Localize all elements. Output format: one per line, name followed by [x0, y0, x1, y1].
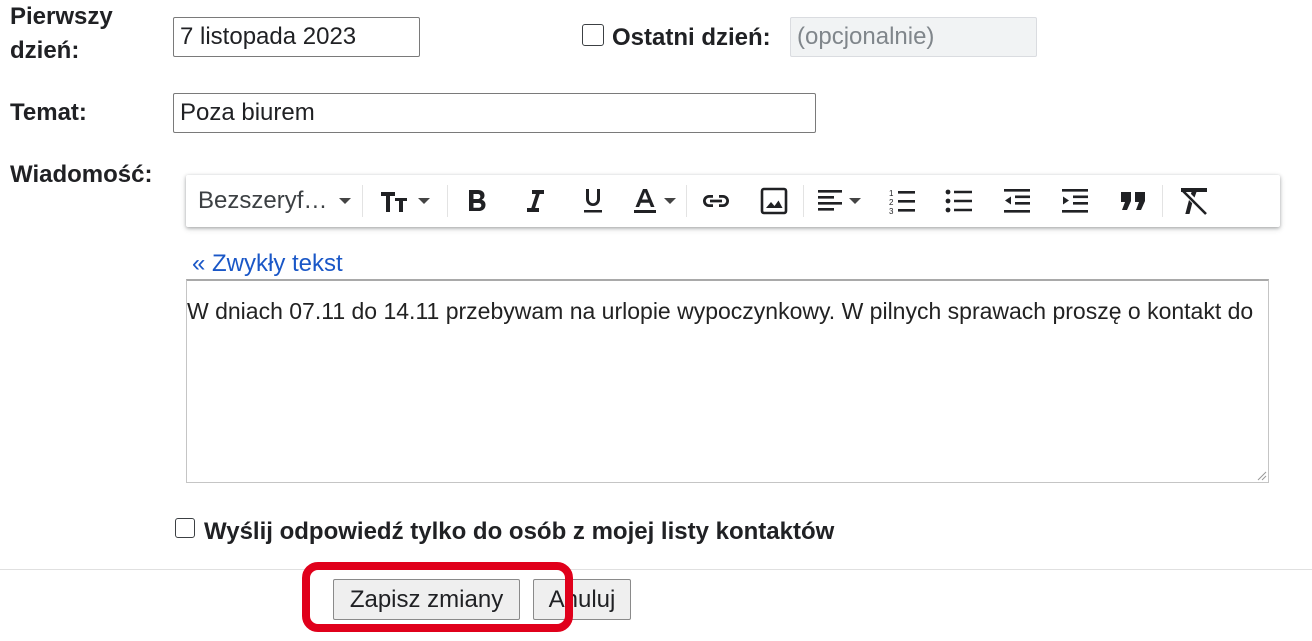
bold-button[interactable] [448, 175, 506, 227]
numbered-list-icon: 123 [889, 189, 915, 214]
italic-button[interactable] [506, 175, 564, 227]
bulleted-list-icon [945, 189, 972, 213]
svg-text:1: 1 [889, 189, 894, 198]
underline-button[interactable] [564, 175, 622, 227]
last-day-label: Ostatni dzień: [612, 24, 771, 51]
resize-handle-icon[interactable] [1257, 471, 1267, 481]
chevron-down-icon [849, 198, 861, 204]
font-family-select[interactable]: Bezszeryf… [186, 175, 362, 227]
align-button[interactable] [804, 175, 874, 227]
remove-formatting-button[interactable] [1163, 175, 1225, 227]
indent-more-icon [1062, 189, 1088, 213]
indent-less-button[interactable] [988, 175, 1046, 227]
quote-button[interactable] [1104, 175, 1162, 227]
last-day-checkbox[interactable] [582, 24, 604, 46]
italic-icon [527, 190, 544, 212]
subject-label: Temat: [10, 99, 87, 126]
highlight-annotation [302, 562, 573, 632]
underline-icon [584, 189, 602, 213]
insert-image-button[interactable] [745, 175, 803, 227]
align-icon [818, 190, 842, 211]
contacts-only-checkbox[interactable] [175, 518, 195, 538]
bold-icon [469, 190, 486, 211]
quote-icon [1121, 192, 1145, 210]
text-color-icon [634, 189, 656, 213]
first-day-input[interactable]: 7 listopada 2023 [173, 17, 420, 57]
first-day-label: Pierwszy dzień: [10, 3, 113, 64]
last-day-input[interactable]: (opcjonalnie) [790, 17, 1037, 57]
font-family-label: Bezszeryf… [198, 187, 328, 214]
image-icon [760, 187, 788, 215]
message-label: Wiadomość: [10, 161, 153, 188]
indent-more-button[interactable] [1046, 175, 1104, 227]
indent-less-icon [1004, 189, 1030, 213]
plain-text-link[interactable]: « Zwykły tekst [192, 250, 343, 278]
font-size-button[interactable] [363, 175, 447, 227]
message-editor[interactable]: W dniach 07.11 do 14.11 przebywam na url… [186, 279, 1269, 483]
remove-formatting-icon [1181, 188, 1207, 215]
subject-input[interactable]: Poza biurem [173, 93, 816, 133]
svg-text:3: 3 [889, 207, 894, 214]
footer-divider [0, 569, 1312, 570]
numbered-list-button[interactable]: 123 [874, 175, 930, 227]
chevron-down-icon [418, 198, 430, 204]
contacts-only-label: Wyślij odpowiedź tylko do osób z mojej l… [204, 518, 835, 545]
bulleted-list-button[interactable] [930, 175, 988, 227]
formatting-toolbar: Bezszeryf… 123 [186, 175, 1280, 227]
font-size-icon [381, 192, 407, 212]
chevron-down-icon [664, 198, 676, 204]
message-body: W dniach 07.11 do 14.11 przebywam na url… [187, 298, 1254, 324]
chevron-down-icon [339, 198, 352, 204]
text-color-button[interactable] [622, 175, 686, 227]
insert-link-button[interactable] [687, 175, 745, 227]
link-icon [703, 195, 729, 207]
svg-text:2: 2 [889, 198, 894, 207]
